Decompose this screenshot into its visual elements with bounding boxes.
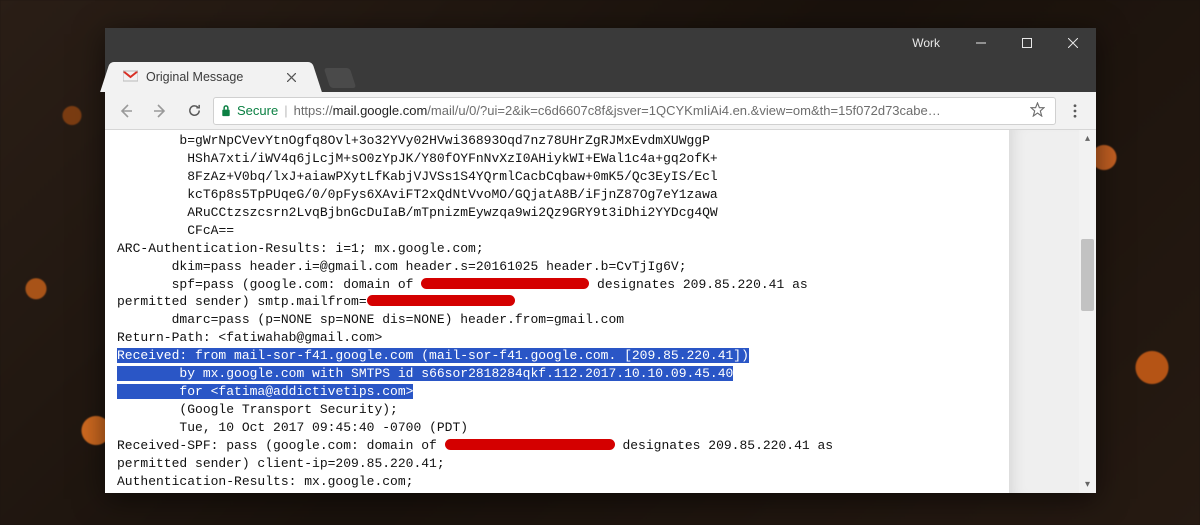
tab-title: Original Message [146,70,243,84]
scroll-thumb[interactable] [1081,239,1094,311]
arrow-right-icon [152,103,168,119]
nav-back-button[interactable] [111,96,141,126]
star-icon [1030,102,1045,117]
nav-forward-button[interactable] [145,96,175,126]
address-bar[interactable]: Secure | https://mail.google.com/mail/u/… [213,97,1056,125]
vertical-scrollbar[interactable]: ▴ ▾ [1079,130,1096,493]
window-minimize-button[interactable] [958,28,1004,58]
tab-original-message[interactable]: Original Message [113,62,309,92]
minimize-icon [976,38,986,48]
email-headers-raw[interactable]: b=gWrNpCVevYtnOgfq8Ovl+3o32YVy02HVwi3689… [117,132,1070,493]
window-titlebar: Work [105,28,1096,58]
maximize-icon [1022,38,1032,48]
redacted-email [367,295,515,306]
scroll-down-button[interactable]: ▾ [1079,476,1096,493]
lock-icon [220,104,232,117]
selected-text: by mx.google.com with SMTPS id s66sor281… [117,366,733,381]
selected-text: Received: from mail-sor-f41.google.com (… [117,348,749,363]
window-maximize-button[interactable] [1004,28,1050,58]
arrow-left-icon [118,103,134,119]
secure-label: Secure [237,103,278,118]
tab-strip: Original Message [105,56,1096,92]
browser-toolbar: Secure | https://mail.google.com/mail/u/… [105,92,1096,130]
reload-icon [187,103,202,118]
page-content[interactable]: b=gWrNpCVevYtnOgfq8Ovl+3o32YVy02HVwi3689… [105,130,1096,493]
tab-close-button[interactable] [283,69,299,85]
selected-text: for <fatima@addictivetips.com> [117,384,413,399]
redacted-email [445,439,615,450]
close-icon [287,73,296,82]
nav-reload-button[interactable] [179,96,209,126]
close-icon [1068,38,1078,48]
secure-indicator[interactable]: Secure [220,103,278,118]
kebab-icon [1073,104,1077,118]
bookmark-star-button[interactable] [1026,102,1049,120]
new-tab-button[interactable] [324,68,356,88]
url-text: https://mail.google.com/mail/u/0/?ui=2&i… [294,103,1020,118]
gmail-favicon [123,70,138,85]
scroll-up-button[interactable]: ▴ [1079,130,1096,147]
browser-menu-button[interactable] [1060,96,1090,126]
browser-window: Work Original Message [105,28,1096,493]
profile-label[interactable]: Work [908,36,958,50]
page-viewport: b=gWrNpCVevYtnOgfq8Ovl+3o32YVy02HVwi3689… [105,130,1096,493]
window-close-button[interactable] [1050,28,1096,58]
redacted-email [421,278,589,289]
